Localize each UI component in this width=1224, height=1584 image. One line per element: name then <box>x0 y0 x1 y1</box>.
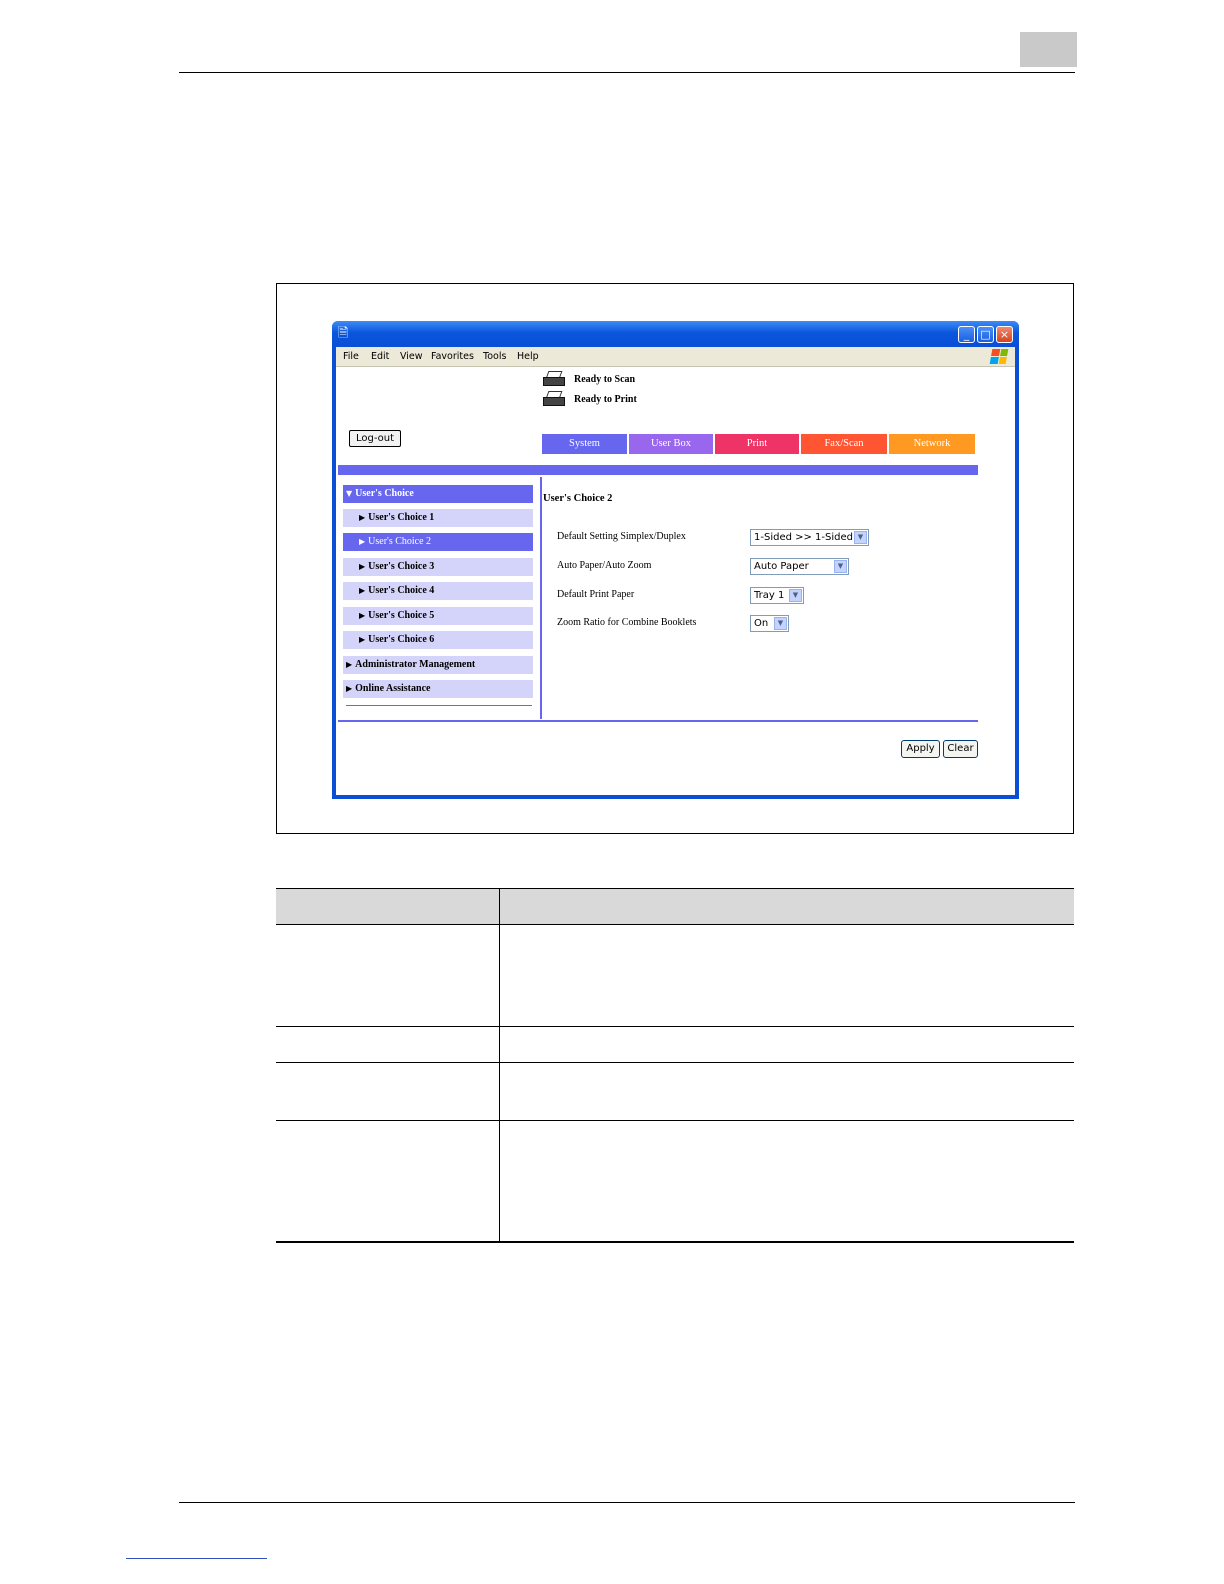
table-row-line <box>276 1062 1074 1063</box>
page-content: Ready to Scan Ready to Print Log-out Sys… <box>336 367 1015 795</box>
sidebar-item-label: User's Choice 2 <box>368 536 432 547</box>
tab-network[interactable]: Network <box>889 434 975 454</box>
sidebar-item-users-choice-3[interactable]: ▶ User's Choice 3 <box>343 558 533 576</box>
menu-help[interactable]: Help <box>517 351 539 362</box>
vertical-divider <box>540 477 542 719</box>
zoom-ratio-value: On <box>754 618 769 629</box>
ie-page-icon: 🗎 <box>338 326 349 341</box>
maximize-button[interactable]: □ <box>977 326 994 343</box>
triangle-right-icon: ▶ <box>359 611 366 620</box>
sidebar-item-admin[interactable]: ▶ Administrator Management <box>343 656 533 674</box>
sidebar-item-users-choice-1[interactable]: ▶ User's Choice 1 <box>343 509 533 527</box>
horizontal-divider <box>338 720 978 722</box>
table-row-line <box>276 1026 1074 1027</box>
zoom-ratio-label: Zoom Ratio for Combine Booklets <box>557 617 697 628</box>
print-paper-label: Default Print Paper <box>557 589 635 600</box>
sidebar-item-users-choice-6[interactable]: ▶ User's Choice 6 <box>343 631 533 649</box>
chapter-tab <box>1020 32 1077 67</box>
triangle-down-icon: ▼ <box>346 489 353 498</box>
sidebar-header-label: User's Choice <box>355 488 414 499</box>
duplex-value: 1-Sided >> 1-Sided <box>754 532 854 543</box>
triangle-right-icon: ▶ <box>359 537 366 546</box>
footer-rule <box>179 1502 1075 1503</box>
sidebar-item-users-choice-2[interactable]: ▶ User's Choice 2 <box>343 533 533 551</box>
clear-button[interactable]: Clear <box>943 740 978 758</box>
table-row-line <box>276 1120 1074 1121</box>
header-bar <box>338 465 978 475</box>
tab-user-box[interactable]: User Box <box>629 434 713 454</box>
print-status-text: Ready to Print <box>574 393 637 405</box>
chevron-down-icon: ▼ <box>789 589 802 602</box>
auto-paper-select[interactable]: Auto Paper ▼ <box>750 558 849 575</box>
sidebar-item-label: User's Choice 3 <box>368 561 435 572</box>
sidebar-item-label: User's Choice 1 <box>368 512 435 523</box>
auto-paper-label: Auto Paper/Auto Zoom <box>557 560 652 571</box>
auto-paper-value: Auto Paper <box>754 561 809 572</box>
browser-window: 🗎 _ □ × File Edit View Favorites Tools H… <box>332 321 1019 799</box>
triangle-right-icon: ▶ <box>359 635 366 644</box>
menu-view[interactable]: View <box>400 351 423 362</box>
footer-link-underline <box>126 1558 267 1559</box>
main-tabs: System User Box Print Fax/Scan Network <box>542 434 977 454</box>
triangle-right-icon: ▶ <box>359 513 366 522</box>
sidebar-users-choice[interactable]: ▼ User's Choice <box>343 485 533 503</box>
triangle-right-icon: ▶ <box>346 660 353 669</box>
sidebar-item-label: Administrator Management <box>355 659 476 670</box>
triangle-right-icon: ▶ <box>359 586 366 595</box>
windows-logo-icon <box>989 349 1009 364</box>
chevron-down-icon: ▼ <box>834 560 847 573</box>
sidebar-item-online-assistance[interactable]: ▶ Online Assistance <box>343 680 533 698</box>
print-paper-value: Tray 1 <box>754 590 785 601</box>
zoom-ratio-select[interactable]: On ▼ <box>750 615 789 632</box>
apply-button[interactable]: Apply <box>901 740 940 758</box>
page-title: User's Choice 2 <box>543 493 613 504</box>
table-header <box>276 888 1074 925</box>
table-column-divider <box>499 888 500 1242</box>
print-status: Ready to Print <box>542 390 637 408</box>
menu-file[interactable]: File <box>343 351 359 362</box>
chevron-down-icon: ▼ <box>774 617 787 630</box>
printer-icon <box>542 391 566 407</box>
logout-button[interactable]: Log-out <box>349 430 401 447</box>
sidebar-item-users-choice-4[interactable]: ▶ User's Choice 4 <box>343 582 533 600</box>
scan-status-text: Ready to Scan <box>574 373 636 385</box>
scan-status: Ready to Scan <box>542 370 635 388</box>
scanner-icon <box>542 371 566 387</box>
table-bottom-line <box>276 1241 1074 1243</box>
chevron-down-icon: ▼ <box>854 531 867 544</box>
tab-fax-scan[interactable]: Fax/Scan <box>801 434 887 454</box>
title-bar[interactable]: 🗎 _ □ × <box>332 321 1019 347</box>
print-paper-select[interactable]: Tray 1 ▼ <box>750 587 804 604</box>
close-button[interactable]: × <box>996 326 1013 343</box>
menu-tools[interactable]: Tools <box>483 351 506 362</box>
header-rule <box>179 72 1075 73</box>
minimize-button[interactable]: _ <box>958 326 975 343</box>
duplex-label: Default Setting Simplex/Duplex <box>557 531 686 542</box>
triangle-right-icon: ▶ <box>346 684 353 693</box>
sidebar-item-label: User's Choice 4 <box>368 585 435 596</box>
sidebar-item-label: User's Choice 5 <box>368 610 435 621</box>
menu-favorites[interactable]: Favorites <box>431 351 474 362</box>
menu-edit[interactable]: Edit <box>371 351 389 362</box>
menu-bar: File Edit View Favorites Tools Help <box>336 347 1015 367</box>
tab-system[interactable]: System <box>542 434 627 454</box>
sidebar-item-users-choice-5[interactable]: ▶ User's Choice 5 <box>343 607 533 625</box>
tab-print[interactable]: Print <box>715 434 799 454</box>
triangle-right-icon: ▶ <box>359 562 366 571</box>
sidebar-item-label: Online Assistance <box>355 683 431 694</box>
duplex-select[interactable]: 1-Sided >> 1-Sided ▼ <box>750 529 869 546</box>
sidebar-bottom-line <box>346 705 532 706</box>
sidebar-item-label: User's Choice 6 <box>368 634 435 645</box>
